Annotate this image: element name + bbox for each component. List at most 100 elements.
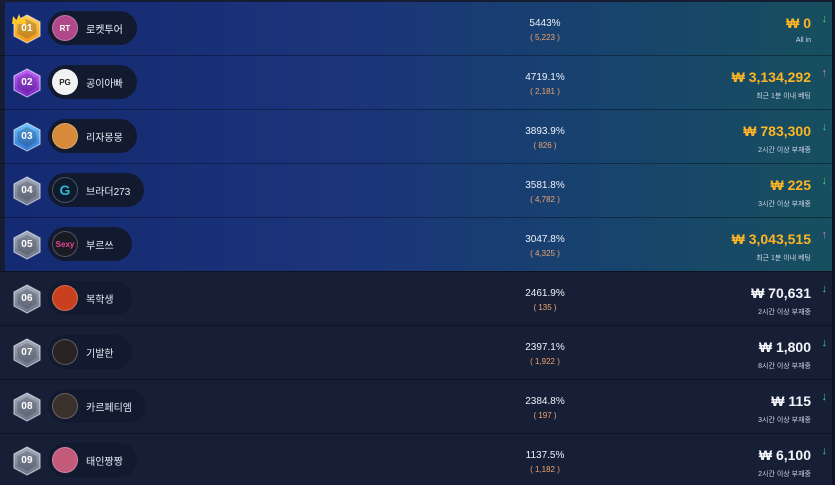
rank-number: 03 [21,131,33,142]
balance-amount: ₩ 783,300 [743,123,811,139]
username: 로켓투어 [86,24,123,36]
user-chip[interactable]: 복학생 [48,281,132,315]
rank-number: 01 [21,23,33,34]
user-chip[interactable]: RT 로켓투어 [48,11,137,45]
rank-number: 04 [21,185,33,196]
sexy-logo-icon: Sexy [52,231,78,257]
activity-status: All in [795,37,811,44]
character-avatar-icon [52,393,78,419]
ranking-row[interactable]: 07 기발한 2397.1% ( 1,922 ) ₩ 1,800 8시간 이상 … [0,326,835,380]
arrow-down-icon: ↓ [821,121,828,133]
bet-count: ( 2,181 ) [530,87,560,96]
return-percent: 4719.1% [525,72,565,83]
balance-amount: ₩ 225 [770,177,811,193]
slot-game-avatar-icon [52,285,78,311]
activity-status: 2시간 이상 부재중 [758,471,811,478]
user-chip[interactable]: G 브라더273 [48,173,144,207]
ranking-row[interactable]: 01 RT 로켓투어 5443% ( 5,223 ) ₩ 0 All in ↓ [0,2,835,56]
arrow-up-icon: ↑ [821,67,828,79]
ranking-row[interactable]: 08 카르페티엠 2384.8% ( 197 ) ₩ 115 3시간 이상 부재… [0,380,835,434]
bet-count: ( 197 ) [533,411,557,420]
activity-status: 3시간 이상 부재중 [758,417,811,424]
rank-badge: 06 [12,284,42,314]
bet-count: ( 826 ) [533,141,557,150]
balance-amount: ₩ 70,631 [751,285,811,301]
rank-number: 02 [21,77,33,88]
activity-status: 8시간 이상 부재중 [758,363,811,370]
ranking-row[interactable]: 02 PG 공이아빠 4719.1% ( 2,181 ) ₩ 3,134,292… [0,56,835,110]
rank-badge: 09 [12,446,42,476]
user-chip[interactable]: PG 공이아빠 [48,65,137,99]
game-avatar-icon [52,447,78,473]
username: 태인짱짱 [86,456,123,468]
user-chip[interactable]: 리자몽몽 [48,119,137,153]
balance-amount: ₩ 6,100 [758,447,811,463]
pg-logo-icon: PG [52,69,78,95]
user-chip[interactable]: 기발한 [48,335,132,369]
arrow-down-icon: ↓ [821,13,828,25]
balance-amount: ₩ 1,800 [758,339,811,355]
ranking-row[interactable]: 06 복학생 2461.9% ( 135 ) ₩ 70,631 2시간 이상 부… [0,272,835,326]
return-percent: 2397.1% [525,342,565,353]
rank-badge: 08 [12,392,42,422]
ranking-row[interactable]: 04 G 브라더273 3581.8% ( 4,782 ) ₩ 225 3시간 … [0,164,835,218]
rank-number: 08 [21,401,33,412]
bet-count: ( 1,922 ) [530,357,560,366]
ranking-row[interactable]: 03 리자몽몽 3893.9% ( 826 ) ₩ 783,300 2시간 이상… [0,110,835,164]
username: 기발한 [86,348,114,360]
activity-status: 2시간 이상 부재중 [758,309,811,316]
username: 브라더273 [86,186,131,198]
return-percent: 5443% [529,18,561,29]
activity-status: 3시간 이상 부재중 [758,201,811,208]
bet-count: ( 5,223 ) [530,33,560,42]
bet-count: ( 135 ) [533,303,557,312]
arrow-down-icon: ↓ [821,337,828,349]
g-logo-icon: G [52,177,78,203]
arrow-up-icon: ↑ [821,229,828,241]
username: 카르페티엠 [86,402,132,414]
rank-number: 09 [21,455,33,466]
balance-amount: ₩ 115 [771,393,811,409]
return-percent: 1137.5% [525,450,565,461]
user-chip[interactable]: Sexy 부르쓰 [48,227,132,261]
return-percent: 3581.8% [525,180,565,191]
character-avatar-icon [52,339,78,365]
return-percent: 2461.9% [525,288,565,299]
ranking-row[interactable]: 09 태인짱짱 1137.5% ( 1,182 ) ₩ 6,100 2시간 이상… [0,434,835,485]
bet-count: ( 1,182 ) [530,465,560,474]
username: 복학생 [86,294,114,306]
user-chip[interactable]: 카르페티엠 [48,389,146,423]
rank-badge: 01 [12,14,42,44]
balance-amount: ₩ 3,134,292 [731,69,811,85]
user-chip[interactable]: 태인짱짱 [48,443,137,477]
activity-status: 최근 1분 이내 베팅 [756,255,811,262]
rank-badge: 03 [12,122,42,152]
balance-amount: ₩ 3,043,515 [731,231,811,247]
arrow-down-icon: ↓ [821,445,828,457]
rocket-tour-avatar-icon: RT [52,15,78,41]
rank-badge: 07 [12,338,42,368]
return-percent: 3047.8% [525,234,565,245]
ranking-row[interactable]: 05 Sexy 부르쓰 3047.8% ( 4,325 ) ₩ 3,043,51… [0,218,835,272]
return-percent: 3893.9% [525,126,565,137]
rank-badge: 02 [12,68,42,98]
ranking-board: 01 RT 로켓투어 5443% ( 5,223 ) ₩ 0 All in ↓ … [0,0,835,485]
bet-count: ( 4,325 ) [530,249,560,258]
activity-status: 최근 1분 이내 베팅 [756,93,811,100]
activity-status: 2시간 이상 부재중 [758,147,811,154]
rank-number: 07 [21,347,33,358]
rank-number: 06 [21,293,33,304]
username: 부르쓰 [86,240,114,252]
arrow-down-icon: ↓ [821,391,828,403]
rank-badge: 05 [12,230,42,260]
bet-count: ( 4,782 ) [530,195,560,204]
balance-amount: ₩ 0 [786,15,811,31]
rank-number: 05 [21,239,33,250]
return-percent: 2384.8% [525,396,565,407]
arrow-down-icon: ↓ [821,283,828,295]
username: 리자몽몽 [86,132,123,144]
arrow-down-icon: ↓ [821,175,828,187]
username: 공이아빠 [86,78,123,90]
game-avatar-icon [52,123,78,149]
rank-badge: 04 [12,176,42,206]
